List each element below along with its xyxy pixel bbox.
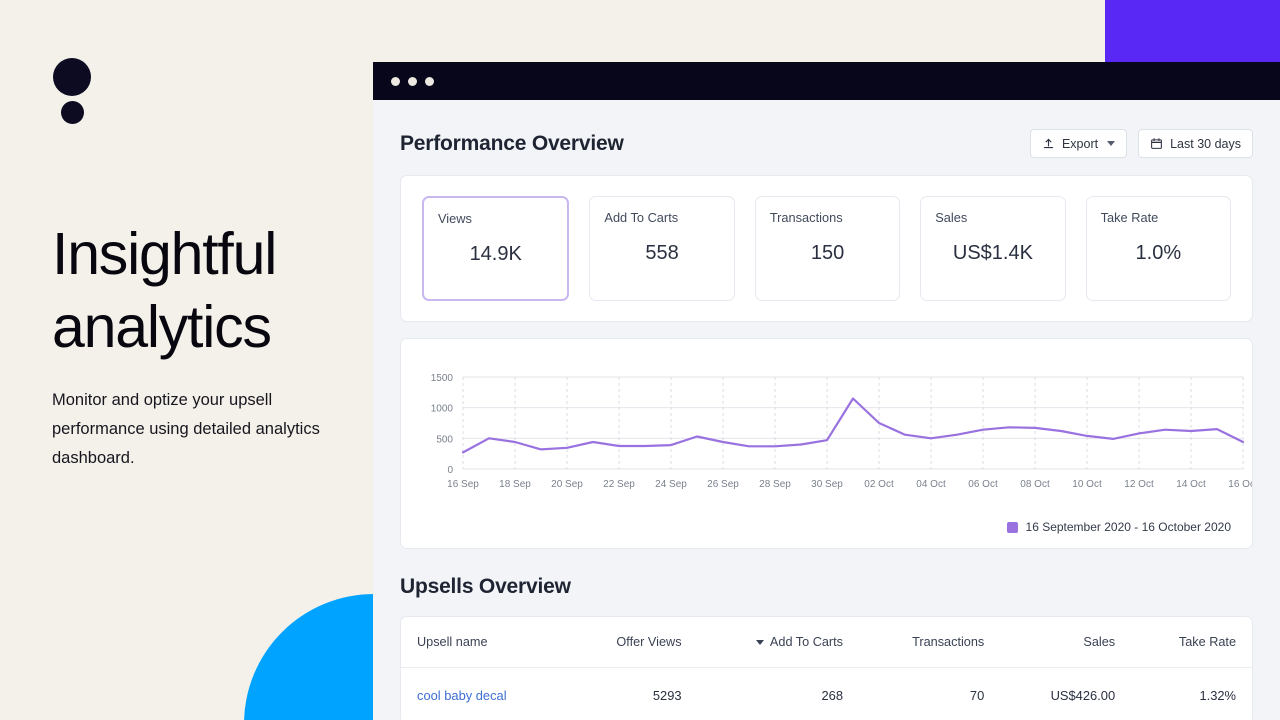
metric-card-transactions[interactable]: Transactions 150: [755, 196, 900, 301]
svg-text:28 Sep: 28 Sep: [759, 479, 791, 490]
upsells-table-card: Upsell name Offer Views Add To Carts Tra…: [400, 616, 1253, 720]
export-button[interactable]: Export: [1030, 129, 1127, 158]
dashboard-window: Performance Overview Export: [373, 62, 1280, 720]
legend-swatch: [1007, 522, 1018, 533]
svg-text:06 Oct: 06 Oct: [968, 479, 998, 490]
promo-panel: Insightful analytics Monitor and optize …: [0, 0, 373, 720]
column-header-take-rate[interactable]: Take Rate: [1131, 617, 1252, 668]
metric-label: Views: [438, 211, 553, 226]
upsell-name-link[interactable]: cool baby decal: [417, 688, 507, 703]
window-dot-minimize[interactable]: [408, 77, 417, 86]
svg-text:14 Oct: 14 Oct: [1176, 479, 1206, 490]
logo-dot-small: [61, 101, 84, 124]
cell-upsell-name: cool baby decal: [401, 668, 566, 720]
performance-line-chart: 0 500 1000 1500 16 Sep 18 Sep 20 Sep 22 Sep 24 S…: [401, 339, 1252, 507]
upsells-table: Upsell name Offer Views Add To Carts Tra…: [401, 617, 1252, 720]
svg-text:18 Sep: 18 Sep: [499, 479, 531, 490]
promo-subtext: Monitor and optize your upsell performan…: [52, 386, 352, 473]
cell-add-to-carts: 268: [698, 668, 859, 720]
svg-text:22 Sep: 22 Sep: [603, 479, 635, 490]
metrics-card: Views 14.9K Add To Carts 558 Transaction…: [400, 175, 1253, 322]
chevron-down-icon: [1107, 141, 1115, 146]
svg-text:24 Sep: 24 Sep: [655, 479, 687, 490]
cell-transactions: 70: [859, 668, 1000, 720]
metric-label: Sales: [935, 210, 1050, 225]
two-dots-logo-icon: [53, 58, 93, 122]
svg-text:500: 500: [436, 434, 453, 445]
metric-card-add-to-carts[interactable]: Add To Carts 558: [589, 196, 734, 301]
upload-icon: [1042, 137, 1055, 150]
svg-text:1000: 1000: [431, 404, 454, 415]
screenshot-root: Insightful analytics Monitor and optize …: [0, 0, 1280, 720]
metric-card-sales[interactable]: Sales US$1.4K: [920, 196, 1065, 301]
column-header-upsell-name[interactable]: Upsell name: [401, 617, 566, 668]
column-header-sales[interactable]: Sales: [1000, 617, 1131, 668]
violet-accent-block: [1105, 0, 1280, 62]
chart-legend: 16 September 2020 - 16 October 2020: [1007, 520, 1231, 534]
logo-dot-large: [53, 58, 91, 96]
svg-text:1500: 1500: [431, 373, 454, 384]
sort-desc-icon: [756, 640, 764, 645]
cell-sales: US$426.00: [1000, 668, 1131, 720]
metric-card-views[interactable]: Views 14.9K: [422, 196, 569, 301]
performance-header: Performance Overview Export: [400, 100, 1253, 175]
metric-label: Transactions: [770, 210, 885, 225]
svg-text:16 Sep: 16 Sep: [447, 479, 479, 490]
column-header-offer-views[interactable]: Offer Views: [566, 617, 698, 668]
svg-text:20 Sep: 20 Sep: [551, 479, 583, 490]
metric-label: Take Rate: [1101, 210, 1216, 225]
svg-text:0: 0: [447, 465, 453, 476]
legend-label: 16 September 2020 - 16 October 2020: [1026, 520, 1231, 534]
svg-text:10 Oct: 10 Oct: [1072, 479, 1102, 490]
page-title: Performance Overview: [400, 132, 624, 156]
metric-label: Add To Carts: [604, 210, 719, 225]
cell-take-rate: 1.32%: [1131, 668, 1252, 720]
cell-offer-views: 5293: [566, 668, 698, 720]
svg-text:26 Sep: 26 Sep: [707, 479, 739, 490]
svg-text:30 Sep: 30 Sep: [811, 479, 843, 490]
metrics-row: Views 14.9K Add To Carts 558 Transaction…: [422, 196, 1231, 301]
calendar-icon: [1150, 137, 1163, 150]
metric-value: 558: [604, 242, 719, 265]
svg-text:02 Oct: 02 Oct: [864, 479, 894, 490]
table-header-row: Upsell name Offer Views Add To Carts Tra…: [401, 617, 1252, 668]
toolbar: Export Last 30 days: [1030, 129, 1253, 158]
upsells-title: Upsells Overview: [400, 549, 1253, 616]
performance-chart-card: 0 500 1000 1500 16 Sep 18 Sep 20 Sep 22 Sep 24 S…: [400, 338, 1253, 549]
promo-headline: Insightful analytics: [52, 218, 372, 364]
window-dot-maximize[interactable]: [425, 77, 434, 86]
date-range-button[interactable]: Last 30 days: [1138, 129, 1253, 158]
dashboard-content: Performance Overview Export: [373, 100, 1280, 720]
metric-value: US$1.4K: [935, 242, 1050, 265]
svg-text:16 Oct: 16 Oct: [1228, 479, 1252, 490]
date-range-label: Last 30 days: [1170, 137, 1241, 151]
metric-value: 14.9K: [438, 243, 553, 266]
window-dot-close[interactable]: [391, 77, 400, 86]
metric-card-take-rate[interactable]: Take Rate 1.0%: [1086, 196, 1231, 301]
column-header-add-to-carts[interactable]: Add To Carts: [698, 617, 859, 668]
metric-value: 1.0%: [1101, 242, 1216, 265]
column-header-transactions[interactable]: Transactions: [859, 617, 1000, 668]
svg-text:12 Oct: 12 Oct: [1124, 479, 1154, 490]
blue-circle-decoration: [244, 594, 373, 720]
metric-value: 150: [770, 242, 885, 265]
table-row: cool baby decal 5293 268 70 US$426.00 1.…: [401, 668, 1252, 720]
export-label: Export: [1062, 137, 1098, 151]
window-titlebar: [373, 62, 1280, 100]
svg-text:04 Oct: 04 Oct: [916, 479, 946, 490]
svg-text:08 Oct: 08 Oct: [1020, 479, 1050, 490]
